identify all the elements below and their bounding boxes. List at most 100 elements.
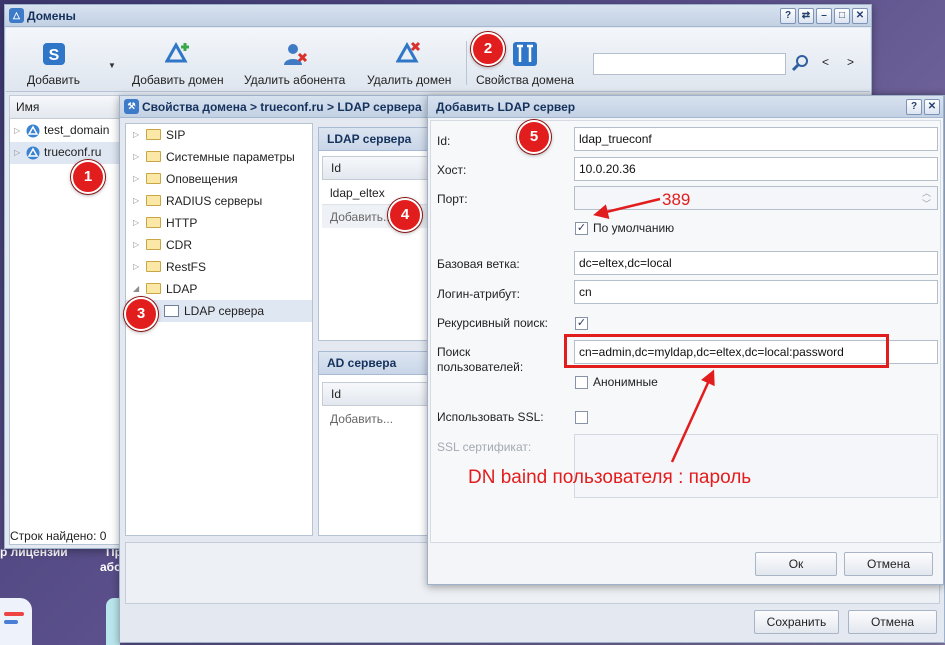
tree-item-label: HTTP: [166, 216, 198, 230]
ldap-server-row[interactable]: ldap_eltex: [330, 186, 385, 200]
base-dn-input[interactable]: dc=eltex,dc=local: [574, 251, 938, 275]
tree-item-radius[interactable]: ▷ RADIUS серверы: [126, 190, 312, 212]
toolbar-divider: [466, 41, 467, 85]
port-input[interactable]: [574, 186, 938, 210]
background-app-icon[interactable]: [0, 598, 32, 645]
base-dn-label: Базовая ветка:: [437, 257, 520, 271]
domains-window-titlebar[interactable]: △ Домены: [5, 5, 871, 27]
domain-name: trueconf.ru: [44, 145, 102, 159]
step-marker-4: 4: [388, 198, 422, 232]
add-button[interactable]: S Добавить: [27, 41, 80, 87]
tree-item-label: SIP: [166, 128, 186, 142]
help-button[interactable]: ?: [780, 8, 796, 24]
add-s-icon: S: [42, 43, 65, 65]
ok-button[interactable]: Ок: [755, 552, 837, 576]
add-ldap-dialog-titlebar[interactable]: Добавить LDAP сервер: [428, 96, 943, 118]
domain-properties-label: Свойства домена: [476, 73, 574, 87]
save-button[interactable]: Сохранить: [754, 610, 839, 634]
background-app-icon-2[interactable]: [106, 598, 120, 645]
dialog-help-button[interactable]: ?: [906, 99, 922, 115]
expand-arrow-icon[interactable]: ▷: [14, 148, 20, 157]
folder-icon: [146, 239, 161, 250]
tree-item-http[interactable]: ▷ HTTP: [126, 212, 312, 234]
folder-icon: [146, 217, 161, 228]
expand-arrow-icon[interactable]: ▷: [133, 168, 139, 190]
step-marker-1: 1: [71, 160, 105, 194]
minimize-button[interactable]: –: [816, 8, 832, 24]
highlight-box: [564, 334, 889, 368]
expand-arrow-icon[interactable]: ▷: [133, 212, 139, 234]
expand-arrow-icon[interactable]: ▷: [14, 126, 20, 135]
expand-arrow-icon[interactable]: ▷: [133, 146, 139, 168]
domain-name: test_domain: [44, 123, 110, 137]
svg-text:S: S: [48, 47, 59, 64]
tree-item-notifications[interactable]: ▷ Оповещения: [126, 168, 312, 190]
rows-found-label: Строк найдено:: [10, 529, 97, 543]
port-note: 389: [662, 190, 691, 209]
remove-domain-icon: [396, 41, 421, 63]
add-domain-icon: [164, 41, 189, 63]
maximize-button[interactable]: □: [834, 8, 850, 24]
swap-button[interactable]: ⇄: [798, 8, 814, 24]
ldap-add-label[interactable]: Добавить...: [330, 210, 393, 224]
add-domain-label: Добавить домен: [132, 73, 224, 87]
tree-item-cdr[interactable]: ▷ CDR: [126, 234, 312, 256]
list-settings-icon: [164, 305, 179, 317]
properties-cancel-button[interactable]: Отмена: [848, 610, 937, 634]
close-button[interactable]: ✕: [852, 8, 868, 24]
recursive-search-checkbox[interactable]: ✓: [575, 317, 588, 330]
next-page-button[interactable]: >: [847, 55, 854, 69]
domain-globe-icon: [26, 146, 40, 160]
search-icon[interactable]: [791, 54, 809, 72]
tree-item-label: RADIUS серверы: [166, 194, 263, 208]
expand-arrow-icon[interactable]: ▷: [133, 234, 139, 256]
domain-row-trueconf[interactable]: ▷ trueconf.ru: [10, 142, 128, 164]
remove-domain-label: Удалить домен: [367, 73, 452, 87]
tree-item-label: LDAP: [166, 282, 198, 296]
add-button-label: Добавить: [27, 73, 81, 87]
recursive-search-label: Рекурсивный поиск:: [437, 316, 548, 330]
login-attr-label: Логин-атрибут:: [437, 287, 520, 301]
anonymous-checkbox[interactable]: [575, 376, 588, 389]
step-marker-2: 2: [471, 32, 505, 66]
add-domain-button[interactable]: Добавить домен: [132, 41, 224, 87]
search-input[interactable]: [593, 53, 786, 75]
tree-item-label: Системные параметры: [166, 150, 295, 164]
tree-item-system-params[interactable]: ▷ Системные параметры: [126, 146, 312, 168]
tree-item-ldap[interactable]: ◢ LDAP: [126, 278, 312, 300]
dialog-close-button[interactable]: ✕: [924, 99, 940, 115]
default-port-checkbox[interactable]: ✓: [575, 222, 588, 235]
domain-list-header[interactable]: Имя: [9, 95, 129, 119]
prev-page-button[interactable]: <: [822, 55, 829, 69]
tree-item-sip[interactable]: ▷ SIP: [126, 124, 312, 146]
expand-arrow-icon[interactable]: ▷: [133, 256, 139, 278]
remove-subscriber-button[interactable]: Удалить абонента: [244, 41, 345, 87]
id-input[interactable]: ldap_trueconf: [574, 127, 938, 151]
host-input[interactable]: 10.0.20.36: [574, 157, 938, 181]
tree-item-restfs[interactable]: ▷ RestFS: [126, 256, 312, 278]
remove-user-icon: [283, 44, 307, 65]
login-attr-input[interactable]: cn: [574, 280, 938, 304]
use-ssl-checkbox[interactable]: [575, 411, 588, 424]
host-label: Хост:: [437, 163, 467, 177]
properties-tools-icon: [512, 42, 537, 66]
folder-icon: [146, 261, 161, 272]
ad-add-button[interactable]: Добавить...: [330, 412, 393, 426]
expand-arrow-icon[interactable]: ▷: [133, 124, 139, 146]
add-dropdown-arrow-icon[interactable]: ▼: [108, 61, 116, 70]
default-port-label: По умолчанию: [593, 221, 675, 235]
remove-subscriber-label: Удалить абонента: [244, 73, 346, 87]
expand-arrow-icon[interactable]: ▷: [133, 190, 139, 212]
user-search-label-2: пользователей:: [437, 360, 524, 374]
domains-window-title: Домены: [27, 9, 76, 23]
use-ssl-label: Использовать SSL:: [437, 410, 544, 424]
port-spinner-down-icon[interactable]: ﹀: [922, 197, 931, 210]
folder-icon: [146, 151, 161, 162]
dialog-cancel-button[interactable]: Отмена: [844, 552, 933, 576]
rows-found-status: Строк найдено: 0: [10, 529, 106, 543]
folder-icon: [146, 129, 161, 140]
remove-domain-button[interactable]: Удалить домен: [367, 41, 451, 87]
domain-row-test-domain[interactable]: ▷ test_domain: [10, 120, 128, 142]
dn-note: DN baind пользователя : пароль: [468, 467, 752, 488]
tree-item-label: RestFS: [166, 260, 207, 274]
